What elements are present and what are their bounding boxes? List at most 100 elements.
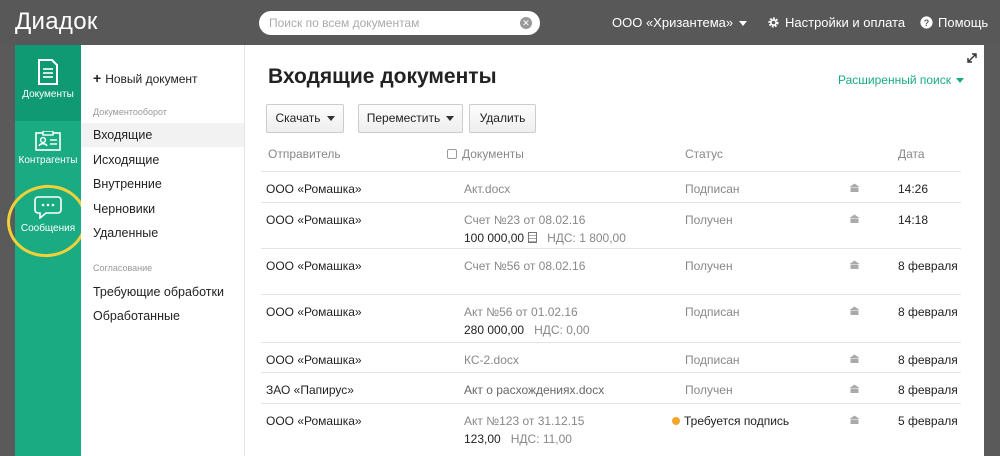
move-label: Переместить [366, 111, 441, 125]
question-icon: ? [920, 16, 933, 29]
subnav-item-internal[interactable]: Внутренние [81, 172, 244, 196]
clear-search-icon[interactable]: ✕ [520, 17, 532, 29]
settings-label: Настройки и оплата [785, 15, 906, 30]
column-header-documents[interactable]: Документы [447, 147, 524, 161]
table-row[interactable]: ООО «Ромашка» Акт №123 от 31.12.15 123,0… [261, 403, 961, 456]
row-status: Получен [685, 383, 733, 397]
top-bar: Диадок ✕ ООО «Хризантема» Настройки и оп… [0, 0, 1000, 45]
new-document-button[interactable]: + Новый документ [93, 70, 198, 86]
subnav-item-requires-processing[interactable]: Требующие обработки [81, 280, 244, 304]
move-button[interactable]: Переместить [358, 104, 463, 133]
subnav-item-incoming[interactable]: Входящие [81, 123, 244, 147]
warning-dot-icon [672, 417, 680, 425]
download-label: Скачать [275, 111, 321, 125]
row-date: 14:26 [898, 182, 929, 196]
row-document-link[interactable]: Акт №56 от 01.02.16 [464, 305, 578, 319]
row-document-link[interactable]: Счет №56 от 08.02.16 [464, 259, 585, 273]
building-icon [849, 260, 860, 269]
building-icon [849, 415, 860, 424]
table-row[interactable]: ЗАО «Папирус» Акт о расхождениях.docx По… [261, 372, 961, 403]
row-sender: ООО «Ромашка» [266, 182, 362, 196]
help-label: Помощь [938, 15, 989, 30]
table-row[interactable]: ООО «Ромашка» Счет №23 от 08.02.16 100 0… [261, 202, 961, 248]
rail-item-documents[interactable]: Документы [15, 45, 81, 121]
gear-icon [768, 17, 779, 28]
help-link[interactable]: ? Помощь [920, 15, 988, 30]
row-status: Подписан [685, 353, 740, 367]
contacts-icon [35, 131, 61, 151]
row-document-link[interactable]: Акт №123 от 31.12.15 [464, 414, 584, 428]
search-input[interactable] [269, 15, 519, 31]
subnav-item-drafts[interactable]: Черновики [81, 197, 244, 221]
row-status: Получен [685, 213, 733, 227]
rail-label-documents: Документы [22, 89, 74, 100]
row-sender: ООО «Ромашка» [266, 305, 362, 319]
subnav-item-processed[interactable]: Обработанные [81, 304, 244, 328]
advanced-search-link[interactable]: Расширенный поиск [838, 73, 964, 87]
document-icon [38, 59, 58, 85]
row-sender: ООО «Ромашка» [266, 414, 362, 428]
row-vat: НДС: 1 800,00 [547, 231, 626, 245]
documents-subnav: + Новый документ Документооборот Входящие… [81, 45, 244, 456]
table-row[interactable]: ООО «Ромашка» Акт.docx Подписан 14:26 [261, 171, 961, 202]
row-amount-value: 123,00 [464, 432, 501, 446]
search-box[interactable]: ✕ [259, 11, 540, 35]
expand-icon[interactable] [967, 53, 977, 63]
organization-name: ООО «Хризантема» [612, 15, 734, 30]
svg-text:?: ? [924, 18, 929, 28]
calculator-icon [528, 232, 538, 243]
row-date: 8 февраля [898, 259, 958, 273]
row-amount: 123,00 НДС: 11,00 [464, 432, 572, 446]
row-document-link[interactable]: Акт.docx [464, 182, 510, 196]
app-logo[interactable]: Диадок [15, 8, 98, 36]
row-status: Требуется подпись [672, 414, 790, 428]
subnav-item-outgoing[interactable]: Исходящие [81, 148, 244, 172]
chevron-down-icon [739, 21, 748, 27]
column-header-date[interactable]: Дата [898, 147, 925, 161]
row-sender: ЗАО «Папирус» [266, 383, 354, 397]
row-date: 8 февраля [898, 383, 958, 397]
section-label-workflow: Документооборот [93, 107, 167, 117]
building-icon [849, 183, 860, 192]
delete-button[interactable]: Удалить [469, 104, 536, 133]
row-date: 8 февраля [898, 305, 958, 319]
rail-item-contacts[interactable]: Контрагенты [15, 131, 81, 181]
row-status: Получен [685, 259, 733, 273]
row-status-label: Требуется подпись [684, 414, 790, 428]
download-button[interactable]: Скачать [266, 104, 344, 133]
advanced-search-label: Расширенный поиск [838, 73, 951, 87]
row-amount: 100 000,00 НДС: 1 800,00 [464, 231, 626, 245]
row-amount-value: 100 000,00 [464, 231, 525, 245]
table-row[interactable]: ООО «Ромашка» КС-2.docx Подписан 8 февра… [261, 342, 961, 372]
subnav-item-deleted[interactable]: Удаленные [81, 221, 244, 245]
row-document-link[interactable]: Счет №23 от 08.02.16 [464, 213, 585, 227]
settings-link[interactable]: Настройки и оплата [767, 15, 905, 30]
row-vat: НДС: 0,00 [534, 323, 590, 337]
row-amount-value: 280 000,00 [464, 323, 525, 337]
main-content: Входящие документы Расширенный поиск Ска… [244, 45, 984, 456]
building-icon [849, 354, 860, 363]
building-icon [849, 384, 860, 393]
delete-label: Удалить [479, 111, 526, 125]
table-row[interactable]: ООО «Ромашка» Счет №56 от 08.02.16 Получ… [261, 248, 961, 294]
column-header-sender[interactable]: Отправитель [268, 147, 341, 161]
building-icon [849, 214, 860, 223]
row-date: 8 февраля [898, 353, 958, 367]
chevron-down-icon [326, 116, 335, 122]
row-amount: 280 000,00 НДС: 0,00 [464, 323, 590, 337]
row-document-link[interactable]: КС-2.docx [464, 353, 519, 367]
select-all-checkbox[interactable] [447, 149, 457, 159]
column-header-status[interactable]: Статус [685, 147, 723, 161]
organization-dropdown[interactable]: ООО «Хризантема» [612, 15, 748, 30]
row-date: 5 февраля [898, 414, 958, 428]
column-header-documents-label: Документы [462, 147, 524, 161]
building-icon [849, 306, 860, 315]
row-sender: ООО «Ромашка» [266, 353, 362, 367]
table-row[interactable]: ООО «Ромашка» Акт №56 от 01.02.16 280 00… [261, 294, 961, 342]
row-status: Подписан [685, 305, 740, 319]
row-date: 14:18 [898, 213, 929, 227]
row-status: Подписан [685, 182, 740, 196]
row-document-link[interactable]: Акт о расхождениях.docx [464, 383, 604, 397]
chevron-down-icon [956, 78, 964, 84]
row-sender: ООО «Ромашка» [266, 259, 362, 273]
